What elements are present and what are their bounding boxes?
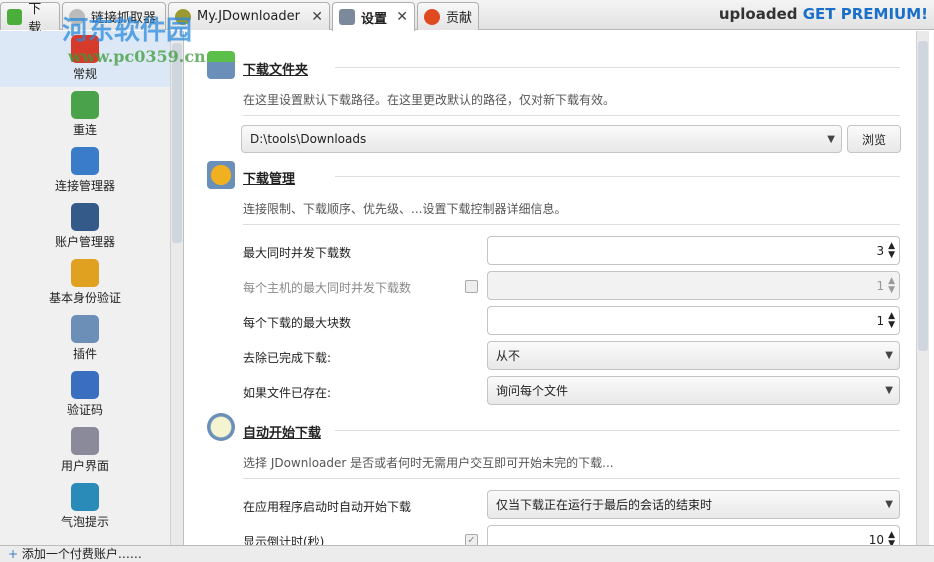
path-value: D:\tools\Downloads — [250, 132, 367, 146]
spinner-value: 1 — [876, 313, 885, 328]
spinner-value: 3 — [876, 243, 885, 258]
add-premium-account-link[interactable]: 添加一个付费账户…… — [22, 547, 142, 561]
sidebar-item[interactable]: 用户界面 — [0, 423, 170, 479]
keys-icon — [71, 259, 99, 287]
tab-label: 设置 — [361, 11, 388, 27]
per-host-spinner[interactable]: 1 ▲ ▼ — [487, 271, 900, 300]
close-icon[interactable]: ✕ — [396, 9, 408, 25]
premium-banner[interactable]: uploaded GET PREMIUM! — [719, 5, 928, 23]
myjd-icon — [175, 8, 191, 25]
sidebar-item-label: 重连 — [72, 123, 97, 137]
tools-icon — [339, 9, 355, 25]
captcha-icon — [71, 371, 99, 399]
section-title-download-folder: 下载文件夹 — [243, 63, 309, 78]
sidebar-scrollbar[interactable] — [170, 31, 183, 545]
autostart-icon — [207, 413, 235, 441]
folder-download-icon — [207, 51, 235, 79]
row-label: 显示倒计时(秒) — [243, 535, 325, 545]
chevron-down-icon: ▼ — [827, 133, 835, 145]
select-value: 从不 — [496, 349, 521, 363]
remove-finished-select[interactable]: 从不 ▼ — [487, 341, 900, 370]
browse-button[interactable]: 浏览 — [847, 125, 901, 153]
magnifier-icon — [69, 8, 85, 25]
plugin-icon — [71, 315, 99, 343]
row-label: 每个下载的最大块数 — [243, 316, 352, 330]
sidebar-item-label: 用户界面 — [60, 459, 109, 473]
network-icon — [71, 147, 99, 175]
row-label: 在应用程序启动时自动开始下载 — [243, 500, 412, 514]
sidebar-item-label: 基本身份验证 — [48, 291, 121, 305]
tab-myjdownloader[interactable]: My.JDownloader ✕ — [168, 2, 330, 30]
monitor-icon — [71, 203, 99, 231]
sidebar-item[interactable]: 插件 — [0, 311, 170, 367]
content-scrollbar[interactable] — [916, 31, 929, 545]
per-host-checkbox[interactable] — [465, 280, 478, 293]
spinner-arrows-icon[interactable]: ▲ ▼ — [888, 241, 895, 260]
settings-content: 下载文件夹 在这里设置默认下载路径。在这里更改默认的路径，仅对新下载有效。 D:… — [185, 31, 915, 545]
section-desc: 选择 JDownloader 是否或者何时无需用户交互即可开始未完的下载... — [243, 456, 614, 470]
select-value: 仅当下载正在运行于最后的会话的结束时 — [496, 498, 713, 512]
tab-bar: 下载 链接抓取器 My.JDownloader ✕ 设置 ✕ 贡献 uploaded… — [0, 0, 934, 36]
sidebar-item-label: 插件 — [72, 347, 97, 361]
autostart-select[interactable]: 仅当下载正在运行于最后的会话的结束时 ▼ — [487, 490, 900, 519]
tab-contribute[interactable]: 贡献 — [417, 2, 479, 30]
tab-settings[interactable]: 设置 ✕ — [332, 2, 415, 31]
section-title-autostart: 自动开始下载 — [243, 426, 322, 441]
download-arrow-icon — [7, 8, 23, 25]
status-bar: + 添加一个付费账户…… — [0, 545, 934, 562]
sidebar-item-label: 连接管理器 — [54, 179, 115, 193]
sidebar-item[interactable]: 账户管理器 — [0, 199, 170, 255]
spinner-arrows-icon[interactable]: ▲ ▼ — [888, 311, 895, 330]
chevron-down-icon: ▼ — [885, 385, 893, 396]
section-desc: 在这里设置默认下载路径。在这里更改默认的路径，仅对新下载有效。 — [243, 93, 616, 107]
reconnect-icon — [71, 91, 99, 119]
spinner-value: 10 — [868, 532, 885, 546]
gear-download-icon — [207, 161, 235, 189]
premium-cta: GET PREMIUM! — [802, 5, 928, 23]
row-label: 如果文件已存在: — [243, 386, 332, 400]
spinner-arrows-icon[interactable]: ▲ ▼ — [888, 276, 895, 295]
bubble-icon — [71, 483, 99, 511]
chevron-down-icon: ▼ — [885, 499, 893, 510]
sidebar-item-label: 账户管理器 — [54, 235, 115, 249]
house-icon — [71, 35, 99, 63]
tab-label: My.JDownloader — [197, 9, 300, 24]
ui-icon — [71, 427, 99, 455]
sidebar-item[interactable]: 常规 — [0, 31, 170, 87]
heart-icon — [424, 8, 440, 25]
spinner-arrows-icon[interactable]: ▲ ▼ — [888, 530, 895, 545]
settings-sidebar: 常规重连连接管理器账户管理器基本身份验证 插件验证码用户界面气泡提示 — [0, 31, 184, 545]
brand-name: uploaded — [718, 5, 798, 23]
countdown-checkbox[interactable]: ✓ — [465, 534, 478, 545]
sidebar-item-label: 验证码 — [66, 403, 103, 417]
spinner-value: 1 — [876, 278, 885, 293]
sidebar-item[interactable]: 气泡提示 — [0, 479, 170, 535]
tab-linkgrabber[interactable]: 链接抓取器 — [62, 2, 166, 30]
browse-label: 浏览 — [861, 132, 886, 147]
close-icon[interactable]: ✕ — [311, 9, 323, 25]
chevron-down-icon: ▼ — [885, 350, 893, 361]
section-title-download-management: 下载管理 — [243, 172, 296, 187]
tab-label: 贡献 — [446, 11, 473, 26]
tab-downloads[interactable]: 下载 — [0, 2, 60, 36]
plus-icon: + — [8, 547, 19, 561]
max-downloads-spinner[interactable]: 3 ▲ ▼ — [487, 236, 900, 265]
sidebar-item[interactable]: 重连 — [0, 87, 170, 143]
row-label: 最大同时并发下载数 — [243, 246, 352, 260]
sidebar-item[interactable]: 连接管理器 — [0, 143, 170, 199]
sidebar-item-label: 常规 — [72, 67, 97, 81]
row-label: 每个主机的最大同时并发下载数 — [243, 281, 412, 295]
sidebar-item[interactable]: 基本身份验证 — [0, 255, 170, 311]
tab-label: 链接抓取器 — [91, 11, 157, 26]
select-value: 询问每个文件 — [496, 384, 569, 398]
max-chunks-spinner[interactable]: 1 ▲ ▼ — [487, 306, 900, 335]
row-label: 去除已完成下载: — [243, 351, 332, 365]
sidebar-item[interactable]: 验证码 — [0, 367, 170, 423]
countdown-spinner[interactable]: 10 ▲ ▼ — [487, 525, 900, 545]
file-exists-select[interactable]: 询问每个文件 ▼ — [487, 376, 900, 405]
section-desc: 连接限制、下载顺序、优先级、...设置下载控制器详细信息。 — [243, 202, 567, 216]
sidebar-item-label: 气泡提示 — [60, 515, 109, 529]
download-path-combo[interactable]: D:\tools\Downloads ▼ — [241, 125, 842, 153]
